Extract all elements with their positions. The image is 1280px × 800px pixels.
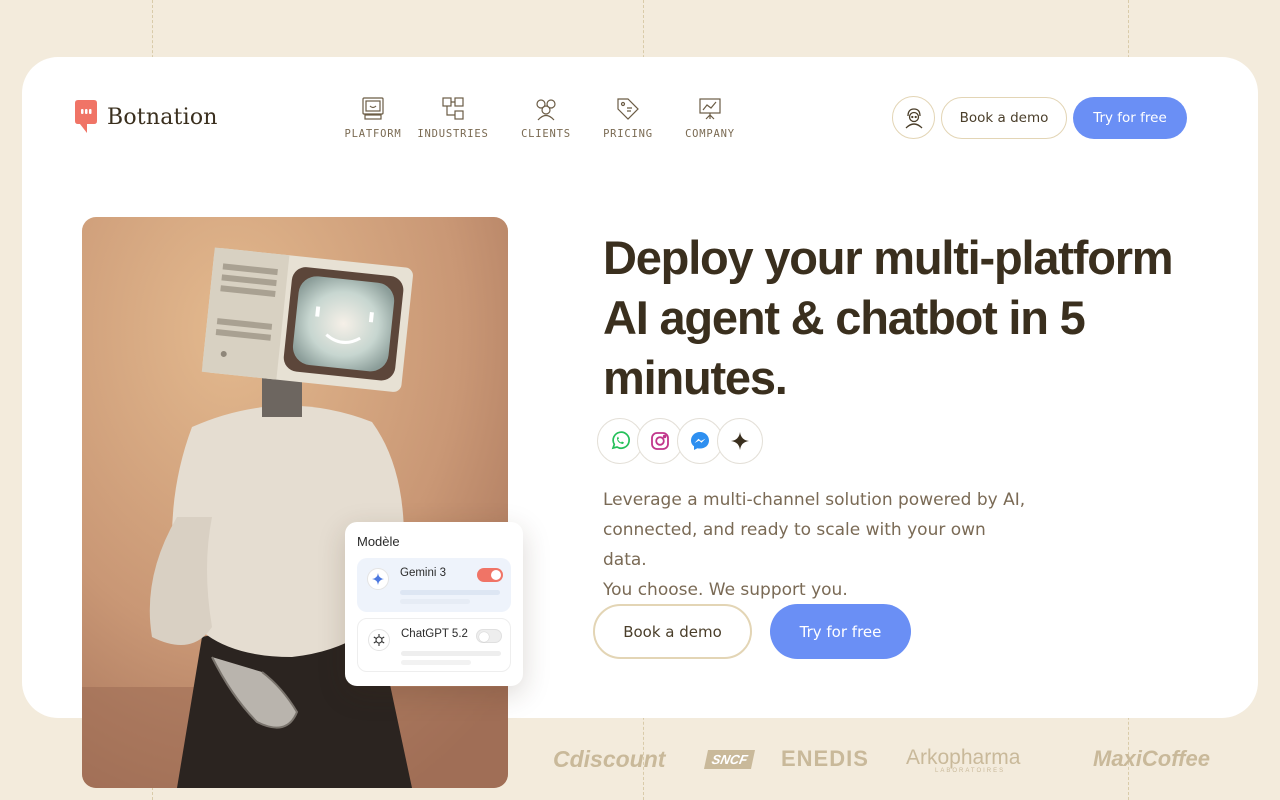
model-option-gemini[interactable]: Gemini 3 <box>357 558 511 612</box>
client-logo-maxicoffee: MaxiCoffee <box>1093 746 1210 771</box>
subtitle-line: Leverage a multi-channel solution powere… <box>603 490 1026 510</box>
subtitle-line: connected, and ready to scale with your … <box>603 520 986 570</box>
monitor-icon <box>362 97 384 120</box>
client-logo-enedis: ENEDIS <box>781 746 869 771</box>
model-name: Gemini 3 <box>400 567 447 579</box>
headline-line: AI agent & chatbot in 5 <box>603 291 1086 344</box>
client-logo-sncf: SNCF <box>703 750 756 769</box>
people-icon <box>536 99 556 121</box>
hero-try-free-button[interactable]: Try for free <box>770 604 911 659</box>
openai-icon <box>368 629 390 651</box>
model-option-chatgpt[interactable]: ChatGPT 5.2 <box>357 618 511 672</box>
hero-subtitle: Leverage a multi-channel solution powere… <box>603 485 1033 605</box>
hero-image <box>82 217 508 788</box>
nav-item-clients[interactable]: CLIENTS <box>500 96 592 140</box>
brand-logo[interactable]: Botnation <box>73 99 218 135</box>
model-toggle-off[interactable] <box>476 629 502 643</box>
user-avatar-icon <box>905 107 922 128</box>
nav-item-industries[interactable]: INDUSTRIES <box>406 96 500 140</box>
client-logo-arkopharma: Arkopharma <box>906 746 1021 769</box>
account-button[interactable] <box>892 96 935 139</box>
nav-item-pricing[interactable]: PRICING <box>592 96 664 140</box>
client-logo-arkopharma-tagline: LABORATOIRES <box>935 768 1006 774</box>
price-tag-icon <box>617 98 639 120</box>
channel-icons <box>597 418 763 464</box>
headline-line: minutes. <box>603 351 788 404</box>
model-toggle-on[interactable] <box>477 568 503 582</box>
nav-item-platform[interactable]: PLATFORM <box>340 96 406 140</box>
header-book-demo-button[interactable]: Book a demo <box>941 97 1067 139</box>
headline-line: Deploy your multi-platform <box>603 231 1174 284</box>
blueprint-icon <box>442 97 464 120</box>
nav-item-company[interactable]: COMPANY <box>664 96 756 140</box>
subtitle-line: You choose. We support you. <box>603 580 848 600</box>
ai-sparkle-icon <box>717 418 763 464</box>
brand-name: Botnation <box>107 104 218 130</box>
client-logo-cdiscount: Cdiscount <box>553 746 666 772</box>
model-name: ChatGPT 5.2 <box>401 628 468 640</box>
hero-book-demo-button[interactable]: Book a demo <box>593 604 752 659</box>
client-logos: Cdiscount SNCF ENEDIS Arkopharma LABORAT… <box>553 742 1253 782</box>
presentation-board-icon <box>699 98 721 120</box>
model-panel-title: Modèle <box>357 534 400 549</box>
main-nav: PLATFORM INDUSTRIES CLIENTS PRICING COMP… <box>340 96 756 140</box>
gemini-icon <box>367 568 389 590</box>
hero-headline: Deploy your multi-platform AI agent & ch… <box>603 228 1203 408</box>
botnation-logo-icon <box>75 100 97 133</box>
header-try-free-button[interactable]: Try for free <box>1073 97 1187 139</box>
model-selector-panel: Modèle Gemini 3 ChatGPT 5.2 <box>345 522 523 686</box>
